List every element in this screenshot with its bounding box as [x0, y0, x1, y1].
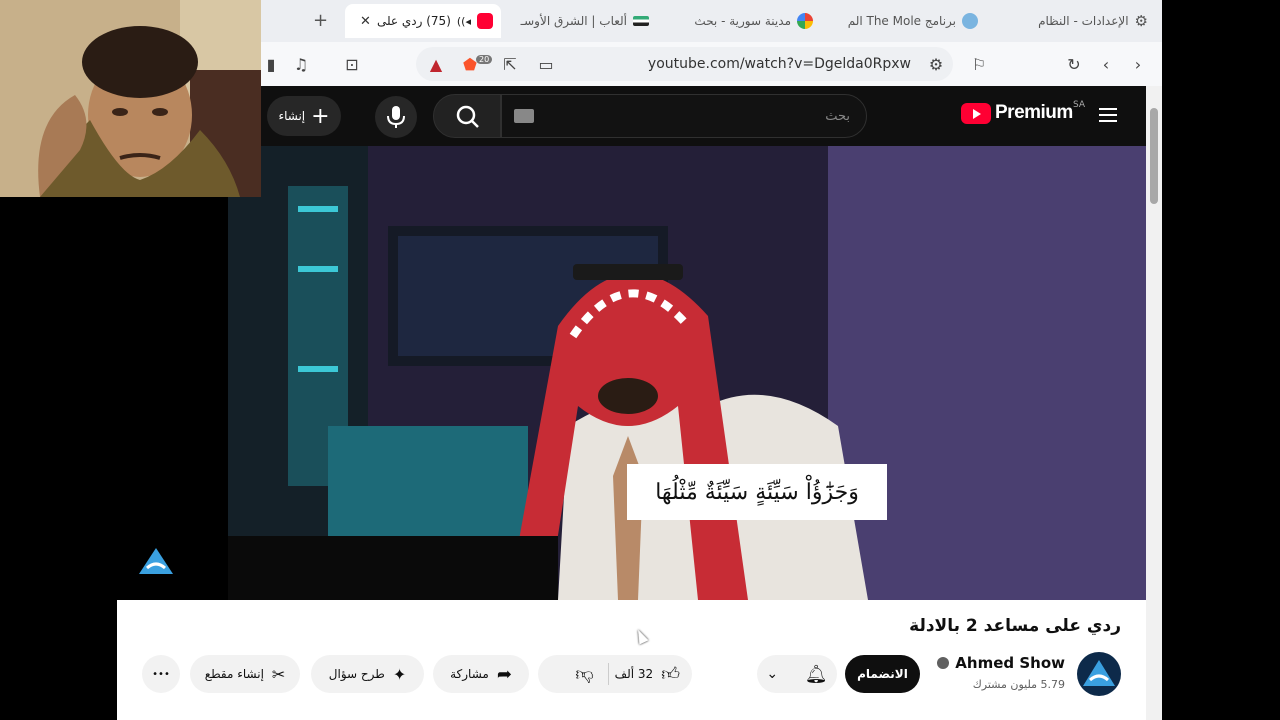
cast-icon[interactable]: ▭ [536, 54, 556, 74]
sidebar-icon[interactable]: ▮ [261, 54, 281, 74]
subscriber-count: 5.79 مليون مشترك [972, 678, 1065, 691]
tab-label: الإعدادات - النظام [1038, 14, 1129, 28]
url-text[interactable]: youtube.com/watch?v=Dgelda0Rpxw [648, 56, 911, 72]
flag-icon [633, 16, 649, 26]
tab-google-search[interactable]: مدينة سورية - بحث [671, 4, 821, 38]
tab-bar: + ◂)) (75) ردي على ✕ ألعاب | الشرق الأوس… [261, 0, 1162, 42]
tab-asharq[interactable]: ألعاب | الشرق الأوسـ [507, 4, 657, 38]
screen: + ◂)) (75) ردي على ✕ ألعاب | الشرق الأوس… [0, 0, 1280, 720]
region-label: SA [1073, 100, 1086, 110]
like-button[interactable]: 👍︎ 32 ألف [607, 663, 680, 685]
browser-window: + ◂)) (75) ردي على ✕ ألعاب | الشرق الأوس… [261, 0, 1162, 86]
audio-icon: ◂)) [456, 14, 471, 28]
join-button[interactable]: الانضمام [845, 655, 920, 693]
search-placeholder: بحث [825, 108, 850, 124]
screenshot-icon[interactable]: ⊡ [342, 54, 362, 74]
clip-label: إنشاء مقطع [204, 667, 264, 681]
close-icon[interactable]: ✕ [360, 14, 371, 29]
video-frame: وَجَزَٰٓؤُاْ سَيِّئَةٍ سَيِّئَةٌ مِّثْلُ… [228, 146, 1146, 600]
ask-label: طرح سؤال [328, 667, 385, 681]
scrollbar-thumb[interactable] [1150, 108, 1158, 204]
share-icon[interactable]: ⇱ [500, 54, 520, 74]
globe-icon [962, 13, 978, 29]
quran-caption: وَجَزَٰٓؤُاْ سَيِّئَةٍ سَيِّئَةٌ مِّثْلُ… [627, 464, 887, 520]
tab-label: برنامج The Mole الم [847, 14, 956, 28]
youtube-logo[interactable]: Premium [961, 102, 1073, 124]
shields-count-badge: 20 [476, 55, 493, 64]
scissors-icon: ✂ [271, 664, 286, 684]
music-icon[interactable]: ♫ [291, 54, 311, 74]
page-scrollbar[interactable] [1146, 86, 1162, 720]
chevron-down-icon: ⌄ [766, 666, 779, 682]
share-button[interactable]: ➦ مشاركة [433, 655, 529, 693]
youtube-page: + إنشاء بحث Premium SA وَجَزَٰٓؤُاْ سَيِ… [117, 86, 1146, 720]
keyboard-icon[interactable] [514, 109, 534, 123]
create-button[interactable]: + إنشاء [267, 96, 341, 136]
thumbs-up-icon: 👍︎ [661, 664, 680, 685]
channel-name[interactable]: Ahmed Show [937, 654, 1065, 672]
verified-icon [937, 657, 950, 669]
search-button[interactable] [433, 94, 501, 138]
video-title: ردي على مساعد 2 بالادلة [909, 616, 1121, 636]
video-player[interactable]: وَجَزَٰٓؤُاْ سَيِّئَةٍ سَيِّئَةٌ مِّثْلُ… [117, 146, 1146, 600]
bell-icon: 🔔︎ [804, 663, 828, 685]
brave-rewards-icon[interactable]: ▲ [426, 54, 446, 74]
youtube-icon [477, 13, 493, 29]
search-icon [456, 105, 479, 128]
channel-name-text: Ahmed Show [955, 654, 1065, 672]
share-arrow-icon: ➦ [496, 663, 512, 685]
tab-settings[interactable]: ⚙ الإعدادات - النظام [1011, 4, 1156, 38]
back-icon[interactable]: ‹ [1096, 54, 1116, 74]
gear-icon: ⚙ [1134, 12, 1148, 30]
tab-label: مدينة سورية - بحث [694, 14, 791, 28]
webcam-overlay [0, 0, 261, 197]
like-count: 32 ألف [614, 667, 654, 681]
thumbs-down-icon: 👎︎ [575, 664, 594, 685]
create-label: إنشاء [278, 109, 306, 123]
youtube-play-icon [961, 102, 991, 124]
reload-icon[interactable]: ↻ [1064, 54, 1084, 74]
dislike-button[interactable]: 👎︎ [561, 663, 607, 685]
bookmark-icon[interactable]: ⚐ [969, 54, 989, 74]
plus-icon: + [311, 103, 330, 129]
clip-button[interactable]: ✂ إنشاء مقطع [190, 655, 300, 693]
ask-button[interactable]: ✦ طرح سؤال [311, 655, 424, 693]
subscribe-bell-button[interactable]: 🔔︎ ⌄ [757, 655, 837, 693]
tab-label: (75) ردي على [376, 14, 451, 28]
sparkle-icon: ✦ [392, 664, 407, 684]
new-tab-button[interactable]: + [313, 10, 328, 31]
logo-text: Premium [995, 102, 1073, 123]
share-label: مشاركة [450, 667, 489, 681]
like-dislike-group: 👍︎ 32 ألف 👎︎ [538, 655, 692, 693]
browser-toolbar: ▮ ♫ ⊡ ▲ ⬟ 20 ⇱ ▭ youtube.com/watch?v=Dge… [261, 42, 1162, 86]
forward-icon[interactable]: › [1128, 54, 1148, 74]
search-input[interactable]: بحث [501, 94, 867, 138]
more-actions-button[interactable]: ••• [142, 655, 180, 693]
tab-label: ألعاب | الشرق الأوسـ [520, 14, 627, 28]
channel-logo-icon [1083, 660, 1115, 686]
tab-the-mole[interactable]: برنامج The Mole الم [836, 4, 986, 38]
menu-icon[interactable] [1099, 108, 1117, 122]
google-icon [797, 13, 813, 29]
channel-watermark-icon[interactable] [137, 546, 175, 576]
tab-youtube[interactable]: ◂)) (75) ردي على ✕ [345, 4, 501, 38]
voice-search-button[interactable] [375, 96, 417, 138]
microphone-icon [387, 106, 405, 128]
address-bar[interactable]: ▲ ⬟ 20 ⇱ ▭ youtube.com/watch?v=Dgelda0Rp… [416, 47, 953, 81]
site-settings-icon[interactable]: ⚙ [926, 54, 946, 74]
channel-avatar[interactable] [1077, 652, 1121, 696]
youtube-header: + إنشاء بحث Premium SA [261, 86, 1146, 146]
